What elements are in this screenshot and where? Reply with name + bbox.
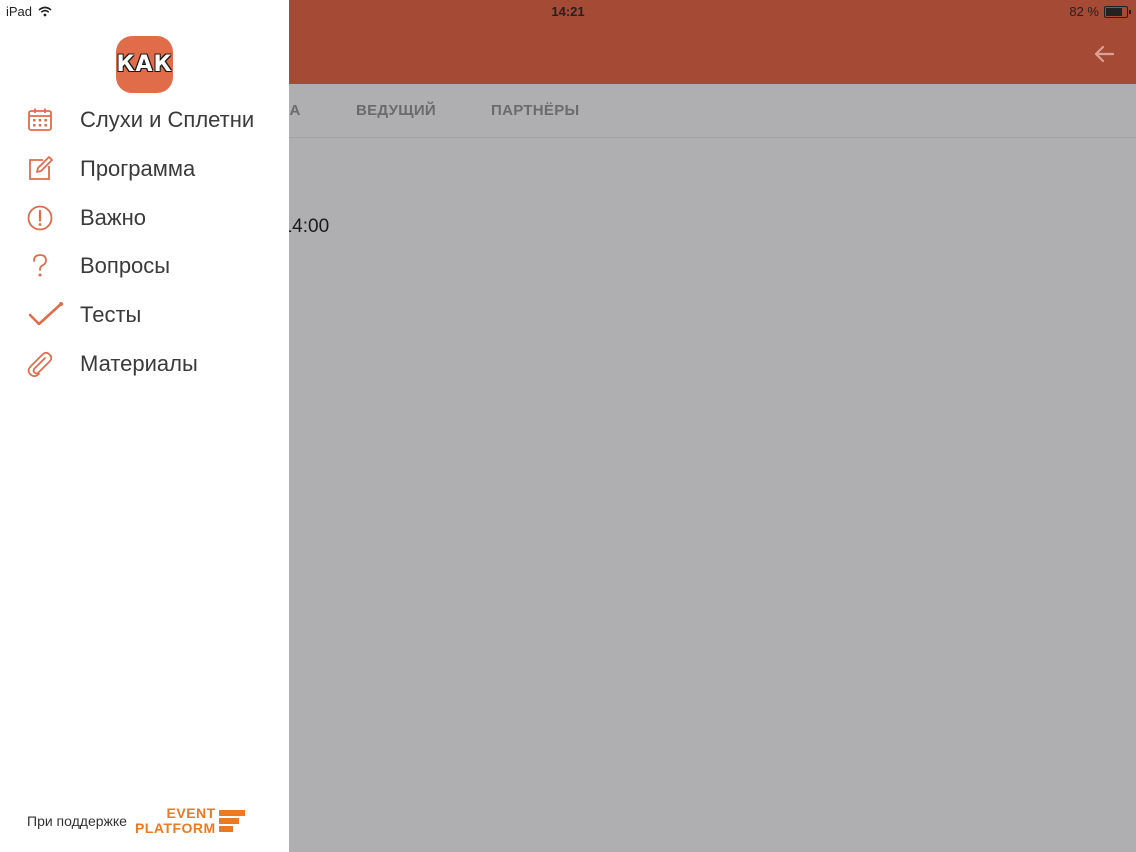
paperclip-icon [26,350,54,378]
tab-host[interactable]: ВЕДУЩИЙ [356,102,436,119]
menu-label: Материалы [80,350,198,376]
menu-label: Тесты [80,302,142,328]
menu-label: Слухи и Сплетни [80,107,255,133]
alert-icon [26,204,54,232]
edit-icon [26,155,54,183]
menu-item-materials[interactable]: Материалы [0,339,289,388]
menu-item-important[interactable]: Важно [0,193,289,242]
menu-item-rumors[interactable]: Слухи и Сплетни [0,96,289,145]
drawer-menu: Слухи и Сплетни Программа Важно Вопросы … [0,96,289,388]
event-platform-logo[interactable]: EVENT PLATFORM [135,806,245,836]
calendar-icon [26,106,54,134]
question-icon [26,252,54,280]
support-text: При поддержке [27,813,127,829]
menu-item-questions[interactable]: Вопросы [0,242,289,291]
arrow-left-icon [1094,45,1115,63]
app-logo: КАК [116,36,173,93]
menu-item-program[interactable]: Программа [0,145,289,194]
side-drawer: КАК Слухи и Сплетни Программа Важно Вопр… [0,0,289,852]
partner-logo-line2: PLATFORM [134,820,216,836]
clock: 14:21 [551,4,585,19]
menu-label: Вопросы [80,253,171,279]
tab-partners[interactable]: ПАРТНЁРЫ [491,102,580,119]
battery-icon [1104,5,1131,18]
drawer-footer: При поддержке EVENT PLATFORM [27,806,245,836]
menu-label: Важно [80,204,147,230]
checkmark-icon [28,301,66,329]
menu-item-tests[interactable]: Тесты [0,291,289,340]
partner-logo-mark [218,810,245,832]
partner-logo-line1: EVENT [166,805,216,821]
status-bar: iPad 14:21 82 % [0,0,1136,22]
logo-text: КАК [116,52,173,77]
back-button[interactable] [1090,40,1118,68]
menu-label: Программа [80,156,196,182]
battery-percent: 82 % [1069,4,1099,19]
